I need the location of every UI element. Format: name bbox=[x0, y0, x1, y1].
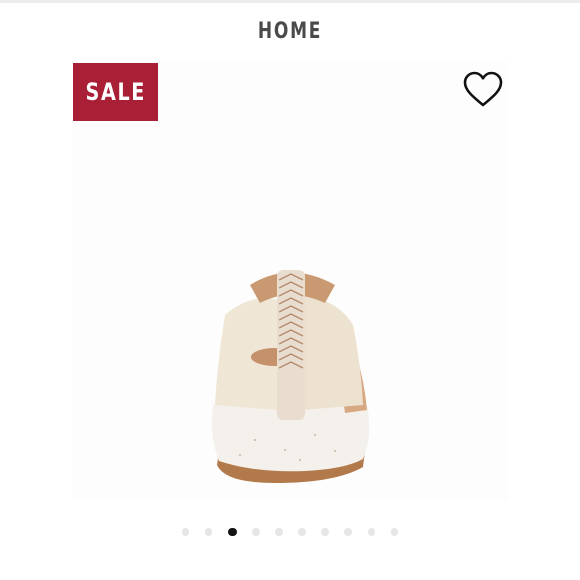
top-divider bbox=[0, 0, 580, 3]
carousel-pagination bbox=[0, 527, 580, 538]
carousel-dot-active[interactable] bbox=[228, 527, 237, 536]
carousel-dot[interactable] bbox=[390, 528, 399, 536]
page-title: HOME bbox=[257, 19, 323, 44]
carousel-dot[interactable] bbox=[181, 528, 190, 536]
carousel-dot[interactable] bbox=[367, 528, 376, 536]
product-shoe-image bbox=[211, 270, 370, 483]
carousel-dot[interactable] bbox=[344, 528, 352, 536]
carousel-dot[interactable] bbox=[321, 528, 329, 536]
carousel-dot[interactable] bbox=[298, 528, 306, 536]
wishlist-heart-button[interactable] bbox=[462, 70, 504, 110]
sale-badge-label: SALE bbox=[85, 78, 146, 106]
heart-outline-icon bbox=[463, 71, 503, 107]
carousel-dot[interactable] bbox=[275, 528, 283, 536]
carousel-dot[interactable] bbox=[204, 528, 213, 536]
carousel-dot[interactable] bbox=[252, 528, 260, 536]
sale-badge: SALE bbox=[73, 63, 158, 121]
